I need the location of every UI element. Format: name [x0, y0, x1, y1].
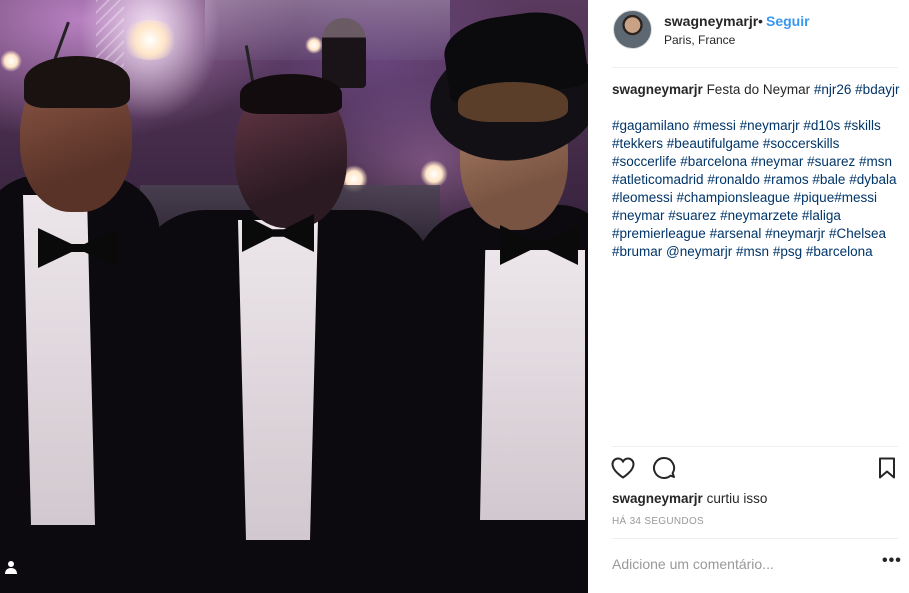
- hashtag-link[interactable]: #msn: [859, 154, 892, 169]
- actions-divider: [612, 446, 898, 447]
- comment-input[interactable]: [612, 553, 892, 575]
- header-username[interactable]: swagneymarjr: [664, 13, 758, 29]
- hashtag-link[interactable]: #neymarjr: [765, 226, 825, 241]
- location-link[interactable]: Paris, France: [664, 33, 735, 47]
- header-divider: [612, 67, 898, 68]
- hashtag-link[interactable]: #tekkers: [612, 136, 663, 151]
- caption: swagneymarjr Festa do Neymar #njr26 #bda…: [612, 81, 904, 261]
- hashtag-link[interactable]: #leomessi: [612, 190, 673, 205]
- hashtag-link[interactable]: #barcelona: [806, 244, 873, 259]
- hashtag-link[interactable]: #njr26: [814, 82, 852, 97]
- stage-light: [0, 50, 22, 72]
- hashtag-link[interactable]: #neymar: [751, 154, 804, 169]
- liked-by-username[interactable]: swagneymarjr: [612, 491, 703, 506]
- post-timestamp[interactable]: HÁ 34 SEGUNDOS: [612, 516, 704, 527]
- hashtag-link[interactable]: @neymarjr: [666, 244, 732, 259]
- comment-icon[interactable]: [651, 455, 677, 481]
- hashtag-link[interactable]: #premierleague: [612, 226, 706, 241]
- hashtag-link[interactable]: #dybala: [849, 172, 896, 187]
- post-header: swagneymarjr • Seguir Paris, France: [588, 0, 909, 67]
- post-sidebar: swagneymarjr • Seguir Paris, France swag…: [588, 0, 909, 593]
- hashtag-link[interactable]: #psg: [773, 244, 802, 259]
- hashtag-link[interactable]: #ramos: [764, 172, 809, 187]
- bookmark-icon[interactable]: [874, 455, 900, 481]
- heart-icon[interactable]: [610, 455, 636, 481]
- hashtag-link[interactable]: #laliga: [802, 208, 841, 223]
- user-tag-icon[interactable]: [0, 553, 22, 581]
- hashtag-link[interactable]: #Chelsea: [829, 226, 886, 241]
- caption-username[interactable]: swagneymarjr: [612, 82, 703, 97]
- avatar[interactable]: [613, 10, 652, 49]
- hashtag-link[interactable]: #msn: [736, 244, 769, 259]
- action-bar: [588, 455, 909, 485]
- hashtag-link[interactable]: #suarez: [668, 208, 716, 223]
- hashtag-block: #gagamilano #messi #neymarjr #d10s #skil…: [612, 117, 904, 261]
- hashtag-link[interactable]: #bale: [812, 172, 845, 187]
- follow-button[interactable]: Seguir: [766, 13, 810, 29]
- caption-text: Festa do Neymar: [706, 82, 811, 97]
- hashtag-link[interactable]: #barcelona: [680, 154, 747, 169]
- separator-dot: •: [758, 13, 763, 29]
- likes-line: swagneymarjr curtiu isso: [612, 491, 767, 506]
- hashtag-link[interactable]: #ronaldo: [707, 172, 760, 187]
- hashtag-link[interactable]: #soccerlife: [612, 154, 677, 169]
- comment-divider: [612, 538, 898, 539]
- hashtag-link[interactable]: #brumar: [612, 244, 662, 259]
- hashtag-link[interactable]: #neymarjr: [740, 118, 800, 133]
- hashtag-link[interactable]: #messi: [693, 118, 736, 133]
- stage-light: [305, 36, 323, 54]
- more-options-button[interactable]: •••: [882, 553, 902, 569]
- hashtag-link[interactable]: #neymar: [612, 208, 665, 223]
- hashtag-link[interactable]: #pique#messi: [794, 190, 877, 205]
- hashtag-link[interactable]: #beautifulgame: [667, 136, 759, 151]
- liked-suffix: curtiu isso: [706, 491, 768, 506]
- hashtag-link[interactable]: #d10s: [803, 118, 840, 133]
- hashtag-link[interactable]: #gagamilano: [612, 118, 689, 133]
- dj-figure: [322, 18, 366, 88]
- hashtag-link[interactable]: #neymarzete: [720, 208, 798, 223]
- hashtag-link[interactable]: #suarez: [807, 154, 855, 169]
- hashtag-link[interactable]: #championsleague: [677, 190, 790, 205]
- hashtag-link[interactable]: #soccerskills: [763, 136, 840, 151]
- post-photo[interactable]: [0, 0, 588, 593]
- stage-light: [420, 160, 448, 188]
- hashtag-link[interactable]: #atleticomadrid: [612, 172, 704, 187]
- hashtag-link[interactable]: #skills: [844, 118, 881, 133]
- hashtag-link[interactable]: #arsenal: [710, 226, 762, 241]
- stage-light: [120, 20, 180, 60]
- hashtag-link[interactable]: #bdayjr: [855, 82, 899, 97]
